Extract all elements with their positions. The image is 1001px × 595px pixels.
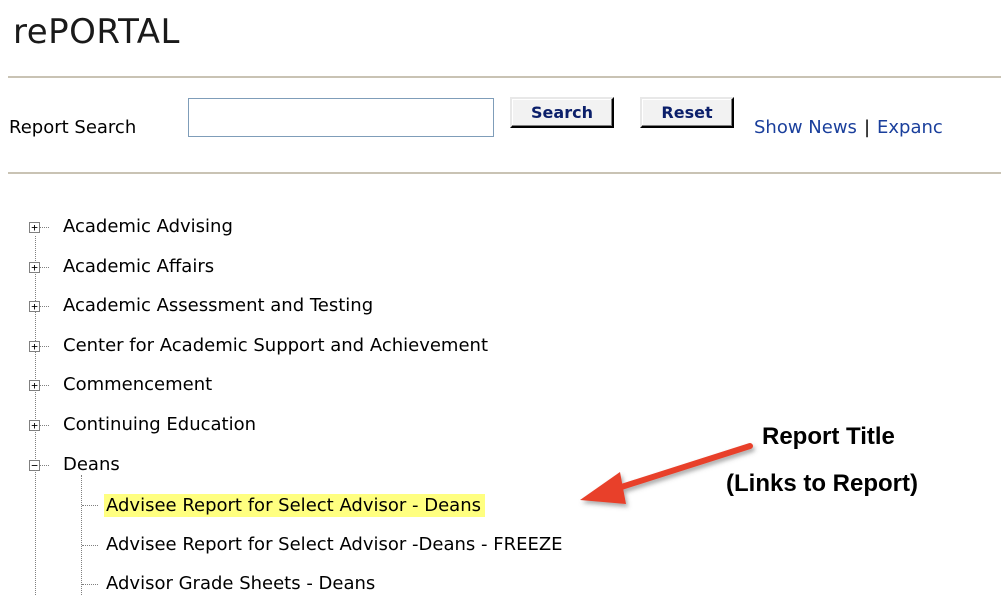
- callout-arrow-icon: [580, 443, 753, 504]
- reportal-page: rePORTAL Report Search Search Reset Show…: [0, 0, 1001, 595]
- callout-subtitle: (Links to Report): [726, 470, 918, 497]
- callout-title: Report Title: [762, 423, 895, 450]
